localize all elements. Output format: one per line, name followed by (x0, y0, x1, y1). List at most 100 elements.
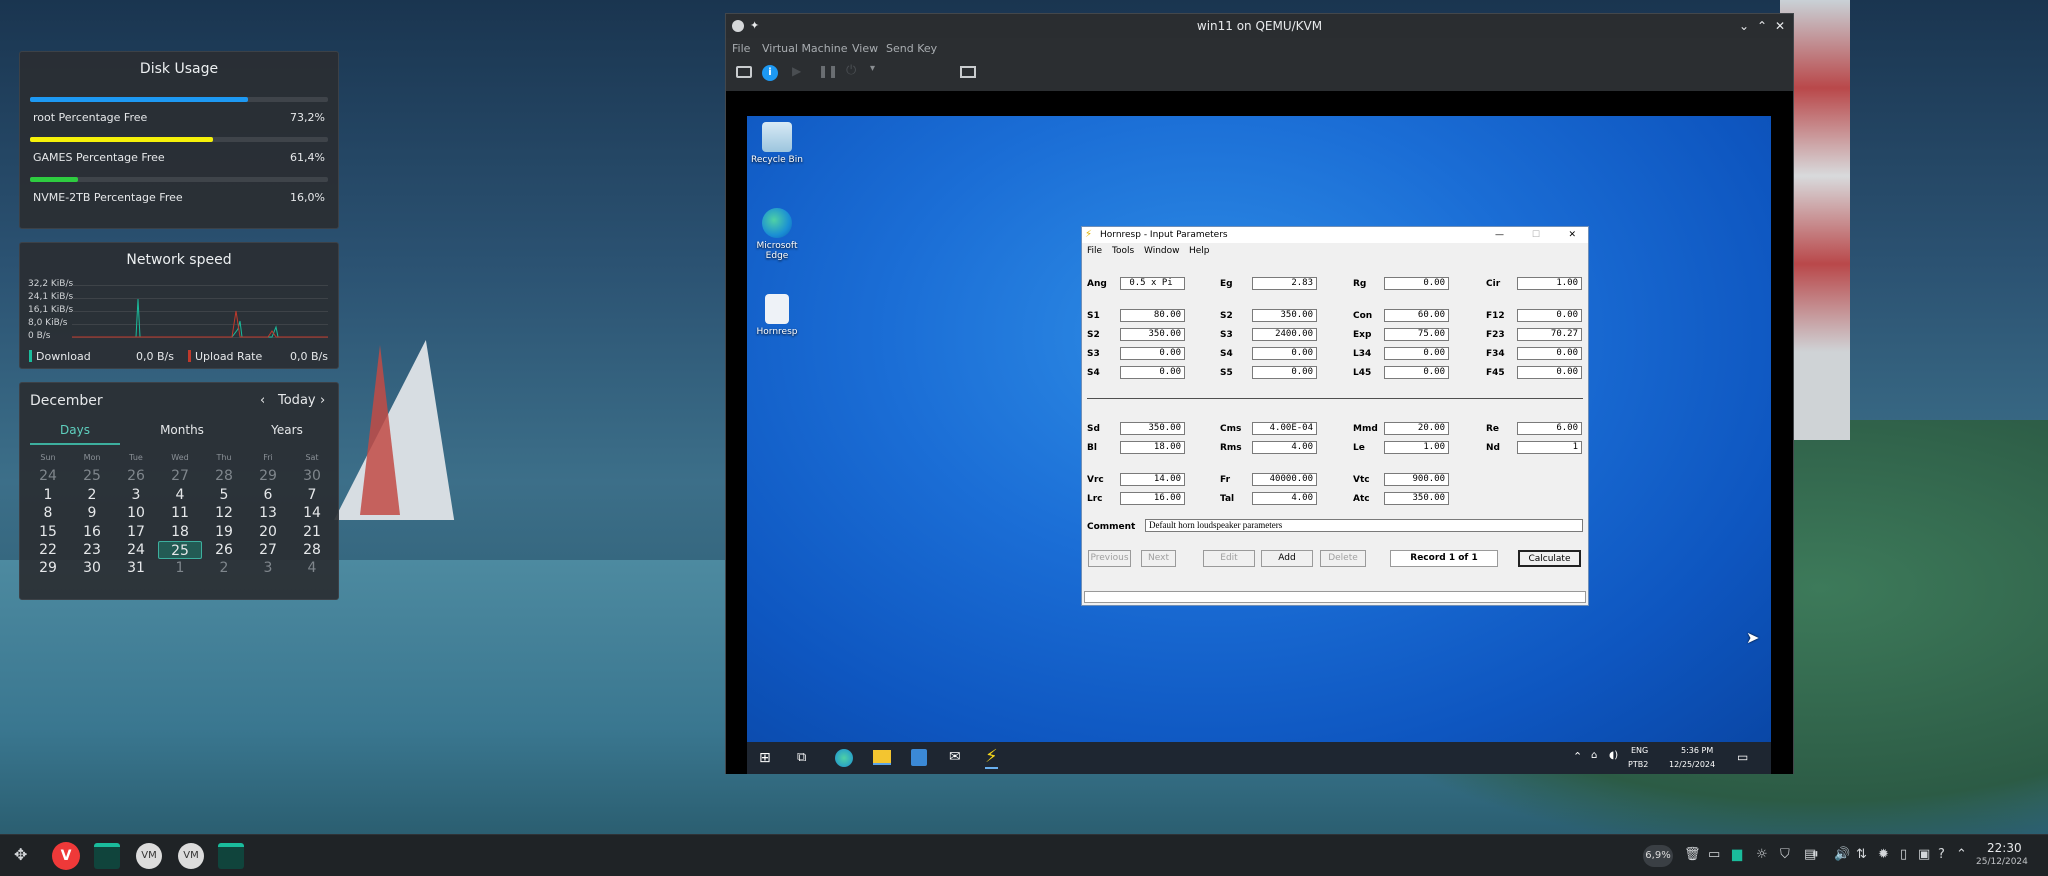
shield-icon[interactable]: ⛉ (1780, 847, 1790, 862)
tray-network-icon[interactable]: ⌂ (1591, 750, 1597, 761)
day-cell[interactable]: 17 (114, 523, 158, 541)
vm-titlebar[interactable]: ✦ win11 on QEMU/KVM ⌄ ⌃ ✕ (726, 14, 1793, 38)
maximize-icon[interactable]: ☐ (1532, 227, 1540, 243)
day-cell[interactable]: 2 (70, 486, 114, 504)
lang-primary[interactable]: ENG (1631, 746, 1648, 755)
help-icon[interactable]: ? (1938, 847, 1945, 862)
brightness-icon[interactable]: ✹ (1878, 847, 1889, 862)
hornresp-shortcut[interactable]: Hornresp (747, 294, 807, 337)
day-cell[interactable]: 12 (202, 504, 246, 522)
param-field[interactable]: 0.00 (1120, 366, 1185, 379)
menu-tools[interactable]: Tools (1112, 243, 1134, 259)
pause-icon[interactable]: ❚❚ (818, 64, 838, 78)
day-cell[interactable]: 8 (26, 504, 70, 522)
close-icon[interactable]: ✕ (1568, 227, 1576, 243)
day-cell[interactable]: 15 (26, 523, 70, 541)
tab-years[interactable]: Years (242, 423, 332, 437)
edge-taskbar-icon[interactable] (835, 749, 853, 767)
hornresp-taskbar-icon[interactable]: ⚡ (985, 746, 998, 769)
day-cell[interactable]: 3 (246, 559, 290, 577)
clock-date[interactable]: 25/12/2024 (1976, 857, 2028, 867)
day-cell[interactable]: 5 (202, 486, 246, 504)
hornresp-window[interactable]: ⚡ Hornresp - Input Parameters — ☐ ✕ File… (1081, 226, 1589, 606)
day-cell[interactable]: 23 (70, 541, 114, 559)
run-icon[interactable]: ▶ (792, 64, 801, 78)
param-field[interactable]: 900.00 (1384, 473, 1449, 486)
clock-time[interactable]: 22:30 (1987, 841, 2022, 855)
prev-month-icon[interactable]: ‹ (260, 393, 265, 408)
day-cell[interactable]: 30 (290, 467, 334, 485)
today-button[interactable]: Today (278, 393, 316, 408)
virt-manager-task-icon-2[interactable]: VM (178, 843, 204, 869)
param-field[interactable]: 75.00 (1384, 328, 1449, 341)
param-field[interactable]: 2.83 (1252, 277, 1317, 290)
day-cell[interactable]: 21 (290, 523, 334, 541)
maximize-icon[interactable]: ⌃ (1757, 14, 1767, 38)
day-cell[interactable]: 9 (70, 504, 114, 522)
day-cell[interactable]: 29 (26, 559, 70, 577)
param-field[interactable]: 2400.00 (1252, 328, 1317, 341)
menu-view[interactable]: View (852, 42, 878, 55)
param-field[interactable]: 1 (1517, 441, 1582, 454)
network-icon[interactable]: ⇅ (1856, 847, 1867, 862)
day-cell[interactable]: 3 (114, 486, 158, 504)
vivaldi-icon[interactable]: V (52, 842, 80, 870)
power-icon[interactable]: ⏻ (846, 63, 856, 78)
fullscreen-icon[interactable] (960, 66, 976, 78)
network-speed-widget[interactable]: Network speed 32,2 KiB/s 24,1 KiB/s 16,1… (19, 242, 339, 369)
calendar-widget[interactable]: December ‹ Today › Days Months Years Sun… (19, 382, 339, 600)
previous-button[interactable]: Previous (1088, 550, 1131, 567)
param-field[interactable]: 4.00 (1252, 441, 1317, 454)
notification-icon[interactable]: ▭ (1737, 750, 1748, 764)
tray-expand-icon[interactable]: ⌃ (1956, 847, 1967, 862)
param-field[interactable]: 0.00 (1517, 366, 1582, 379)
add-button[interactable]: Add (1261, 550, 1313, 567)
param-field[interactable]: 350.00 (1120, 422, 1185, 435)
param-field[interactable]: 0.00 (1384, 366, 1449, 379)
weather-icon[interactable]: ☼ (1756, 847, 1768, 862)
trash-icon[interactable]: 🗑 (1684, 847, 1701, 862)
day-cell[interactable]: 16 (70, 523, 114, 541)
tab-days[interactable]: Days (30, 423, 120, 445)
param-field[interactable]: 350.00 (1384, 492, 1449, 505)
param-field[interactable]: 20.00 (1384, 422, 1449, 435)
day-cell[interactable]: 26 (202, 541, 246, 559)
edit-button[interactable]: Edit (1203, 550, 1255, 567)
day-cell[interactable]: 27 (158, 467, 202, 485)
day-cell[interactable]: 20 (246, 523, 290, 541)
app-launcher-icon[interactable]: ✥ (14, 845, 27, 864)
delete-button[interactable]: Delete (1320, 550, 1366, 567)
cpu-indicator[interactable]: 6,9% (1643, 845, 1673, 867)
info-icon[interactable]: i (762, 65, 778, 81)
lang-secondary[interactable]: PTB2 (1628, 760, 1648, 769)
param-field[interactable]: 0.00 (1517, 309, 1582, 322)
day-cell[interactable]: 13 (246, 504, 290, 522)
param-field[interactable]: 4.00 (1252, 492, 1317, 505)
day-cell[interactable]: 4 (290, 559, 334, 577)
day-cell[interactable]: 22 (26, 541, 70, 559)
param-field[interactable]: 0.00 (1384, 347, 1449, 360)
menu-file[interactable]: File (732, 42, 750, 55)
param-field[interactable]: 80.00 (1120, 309, 1185, 322)
win-clock-date[interactable]: 12/25/2024 (1669, 760, 1715, 769)
day-cell[interactable]: 26 (114, 467, 158, 485)
menu-window[interactable]: Window (1144, 243, 1180, 259)
day-cell[interactable]: 24 (26, 467, 70, 485)
param-field[interactable]: 0.00 (1384, 277, 1449, 290)
day-cell[interactable]: 25 (70, 467, 114, 485)
next-button[interactable]: Next (1141, 550, 1176, 567)
win-clock-time[interactable]: 5:36 PM (1681, 746, 1713, 755)
minimize-icon[interactable]: ⌄ (1739, 14, 1749, 38)
mail-icon[interactable]: ✉ (949, 749, 961, 765)
param-field[interactable]: 6.00 (1517, 422, 1582, 435)
day-cell[interactable]: 4 (158, 486, 202, 504)
menu-file[interactable]: File (1087, 243, 1102, 259)
next-month-icon[interactable]: › (320, 393, 325, 408)
tray-volume-icon[interactable]: ◖) (1609, 750, 1618, 761)
calculate-button[interactable]: Calculate (1518, 550, 1581, 567)
terminal-icon-2[interactable] (218, 843, 244, 869)
param-field[interactable]: 40000.00 (1252, 473, 1317, 486)
volume-icon[interactable]: 🔊 (1834, 847, 1850, 862)
terminal-icon[interactable] (94, 843, 120, 869)
day-cell[interactable]: 11 (158, 504, 202, 522)
